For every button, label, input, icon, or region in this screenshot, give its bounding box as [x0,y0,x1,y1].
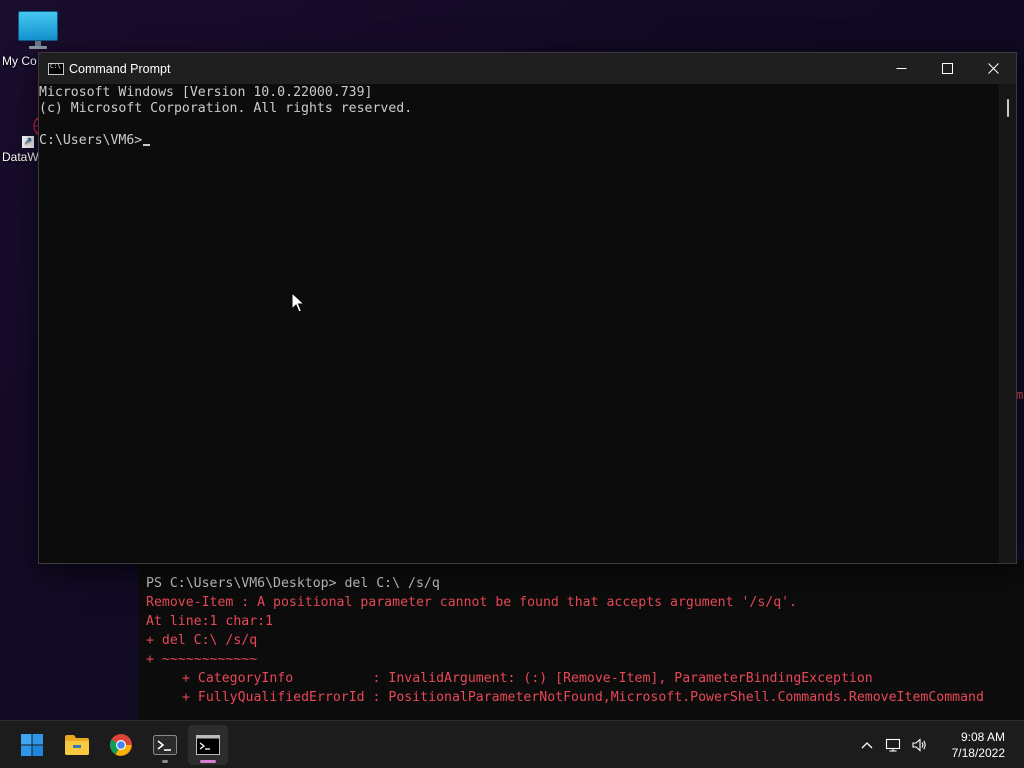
window-controls [878,53,1016,84]
ps-prompt-line: PS C:\Users\VM6\Desktop> del C:\ /s/q [146,576,440,591]
console-line: (c) Microsoft Corporation. All rights re… [39,101,413,116]
network-button[interactable] [881,733,905,757]
windows-start-icon [21,734,43,756]
ps-error-detail-line: + FullyQualifiedErrorId : PositionalPara… [182,690,984,705]
scrollbar-thumb[interactable] [1007,99,1009,117]
taskbar-powershell[interactable] [145,725,185,765]
vertical-scrollbar[interactable] [999,84,1016,563]
running-indicator [162,760,168,763]
shortcut-arrow-icon: ↗ [22,136,34,148]
chevron-up-icon [861,742,873,749]
ps-error-line: + ~~~~~~~~~~~~ [146,652,258,667]
text-cursor [143,144,151,146]
taskbar-chrome[interactable] [101,725,141,765]
clock-date: 7/18/2022 [951,746,1005,760]
powershell-window[interactable]: PS C:\Users\VM6\Desktop> del C:\ /s/q Re… [138,560,1024,720]
command-prompt-window[interactable]: Command Prompt Microsoft Windows [Versio… [38,52,1017,564]
ps-error-detail-line: + CategoryInfo : InvalidArgument: (:) [R… [182,671,873,686]
folder-icon [65,735,89,755]
mouse-pointer-icon [291,292,305,313]
console-output[interactable]: Microsoft Windows [Version 10.0.22000.73… [39,84,999,563]
console-prompt: C:\Users\VM6> [39,133,143,148]
taskbar-clock[interactable]: 9:08 AM 7/18/2022 [943,729,1005,761]
start-button[interactable] [12,725,52,765]
console-line: Microsoft Windows [Version 10.0.22000.73… [39,85,373,100]
ps-error-line: Remove-Item : A positional parameter can… [146,595,798,610]
monitor-icon [17,10,59,52]
speaker-icon [912,738,926,752]
powershell-icon [153,735,177,755]
close-icon [987,63,999,74]
maximize-icon [941,63,953,74]
taskbar-command-prompt[interactable] [188,725,228,765]
ps-error-line: At line:1 char:1 [146,614,274,629]
close-button[interactable] [970,53,1016,84]
ps-error-line: + del C:\ /s/q [146,633,258,648]
title-bar[interactable]: Command Prompt [39,53,1016,84]
network-icon [885,738,901,752]
taskbar-file-explorer[interactable] [57,725,97,765]
volume-button[interactable] [907,733,931,757]
chrome-icon [110,734,132,756]
system-tray: 9:08 AM 7/18/2022 [855,721,1024,768]
taskbar: 9:08 AM 7/18/2022 [0,720,1024,768]
minimize-icon [896,68,906,69]
maximize-button[interactable] [924,53,970,84]
console-prompt-line: C:\Users\VM6> [39,133,999,149]
show-hidden-icons-button[interactable] [855,733,879,757]
cmd-icon [48,62,64,75]
active-indicator [200,760,216,763]
cmd-icon [196,735,220,755]
clock-time: 9:08 AM [960,730,1005,744]
window-title: Command Prompt [69,61,171,76]
background-window-text-fragment: m [1016,388,1024,402]
minimize-button[interactable] [878,53,924,84]
